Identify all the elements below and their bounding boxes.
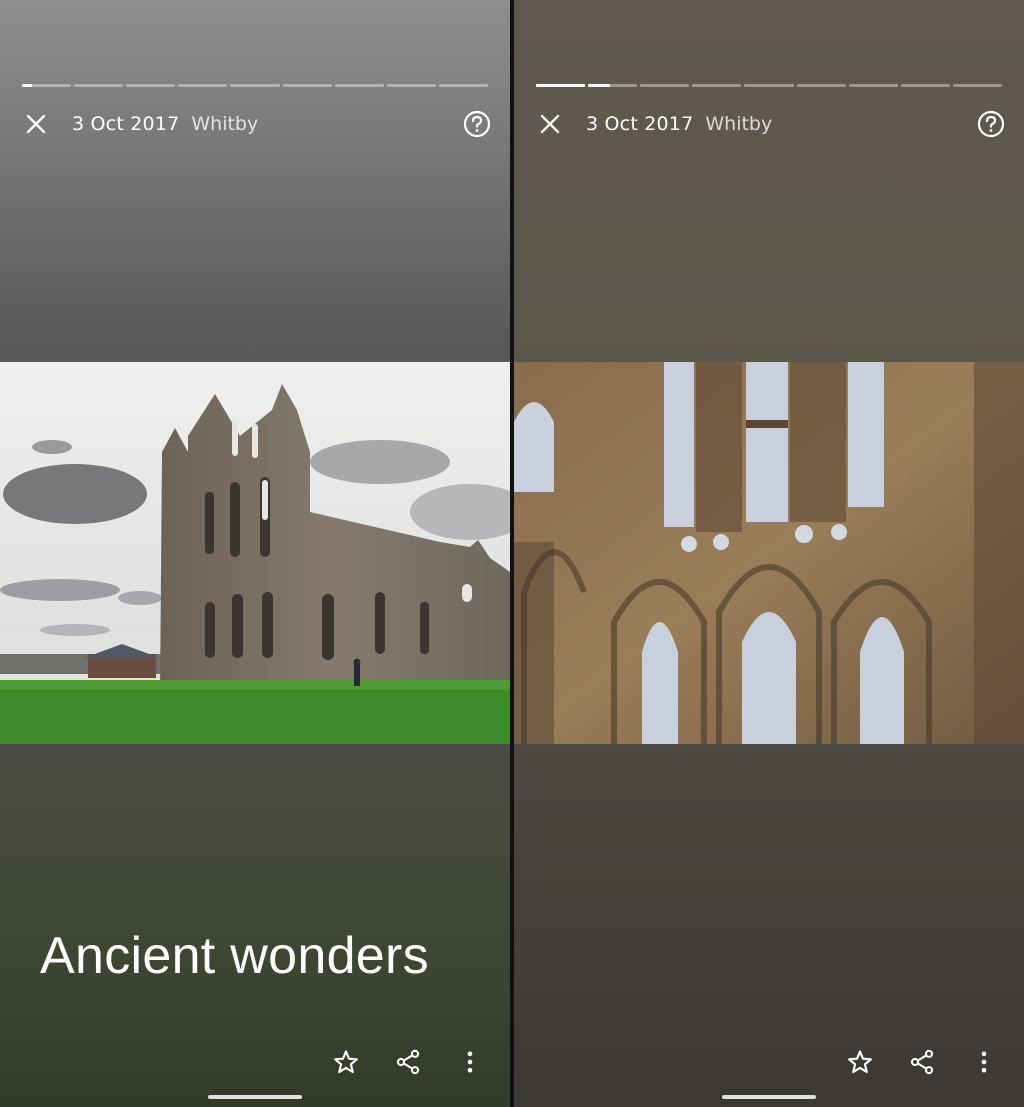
story-date: 3 Oct 2017 — [72, 113, 180, 135]
progress-segment-fill — [588, 84, 611, 87]
favorite-button[interactable] — [842, 1044, 878, 1080]
close-icon — [540, 114, 560, 134]
story-top-bar: 3 Oct 2017 Whitby — [536, 108, 1006, 140]
star-outline-icon — [848, 1050, 872, 1074]
help-icon — [977, 110, 1005, 138]
more-vertical-icon — [467, 1051, 473, 1073]
progress-segment — [796, 84, 846, 87]
star-outline-icon — [334, 1050, 358, 1074]
progress-segment — [334, 84, 384, 87]
progress-segment — [692, 84, 742, 87]
share-button[interactable] — [904, 1044, 940, 1080]
abbey-ruins-image — [0, 362, 510, 744]
story-actions — [842, 1044, 1002, 1080]
close-icon — [26, 114, 46, 134]
share-icon — [910, 1049, 934, 1075]
help-button[interactable] — [976, 109, 1006, 139]
progress-segment — [952, 84, 1002, 87]
story-location: Whitby — [191, 113, 259, 135]
more-options-button[interactable] — [452, 1044, 488, 1080]
progress-segment-fill — [536, 84, 586, 87]
progress-segment — [588, 84, 638, 87]
story-pane-left[interactable]: 3 Oct 2017 Whitby Ancient wonders — [0, 0, 510, 1107]
story-actions — [328, 1044, 488, 1080]
progress-segment — [744, 84, 794, 87]
progress-segment — [438, 84, 488, 87]
progress-segment — [230, 84, 280, 87]
progress-segment-fill — [22, 84, 32, 87]
close-button[interactable] — [22, 110, 50, 138]
story-date: 3 Oct 2017 — [586, 113, 694, 135]
home-indicator[interactable] — [208, 1095, 302, 1099]
story-pane-right[interactable]: 3 Oct 2017 Whitby — [514, 0, 1024, 1107]
progress-segment — [22, 84, 72, 87]
abbey-arches-photo[interactable] — [514, 362, 1024, 744]
story-location: Whitby — [705, 113, 773, 135]
story-title: Ancient wonders — [40, 927, 429, 985]
help-button[interactable] — [462, 109, 492, 139]
favorite-button[interactable] — [328, 1044, 364, 1080]
progress-segment — [848, 84, 898, 87]
more-vertical-icon — [981, 1051, 987, 1073]
share-button[interactable] — [390, 1044, 426, 1080]
close-button[interactable] — [536, 110, 564, 138]
story-progress-bar — [22, 84, 488, 87]
help-icon — [463, 110, 491, 138]
abbey-ruins-photo[interactable] — [0, 362, 510, 744]
story-top-bar: 3 Oct 2017 Whitby — [22, 108, 492, 140]
story-progress-bar — [536, 84, 1002, 87]
progress-segment — [386, 84, 436, 87]
share-icon — [396, 1049, 420, 1075]
abbey-arches-image — [514, 362, 1024, 744]
progress-segment — [640, 84, 690, 87]
progress-segment — [126, 84, 176, 87]
progress-segment — [282, 84, 332, 87]
progress-segment — [74, 84, 124, 87]
progress-segment — [536, 84, 586, 87]
progress-segment — [178, 84, 228, 87]
more-options-button[interactable] — [966, 1044, 1002, 1080]
home-indicator[interactable] — [722, 1095, 816, 1099]
progress-segment — [900, 84, 950, 87]
